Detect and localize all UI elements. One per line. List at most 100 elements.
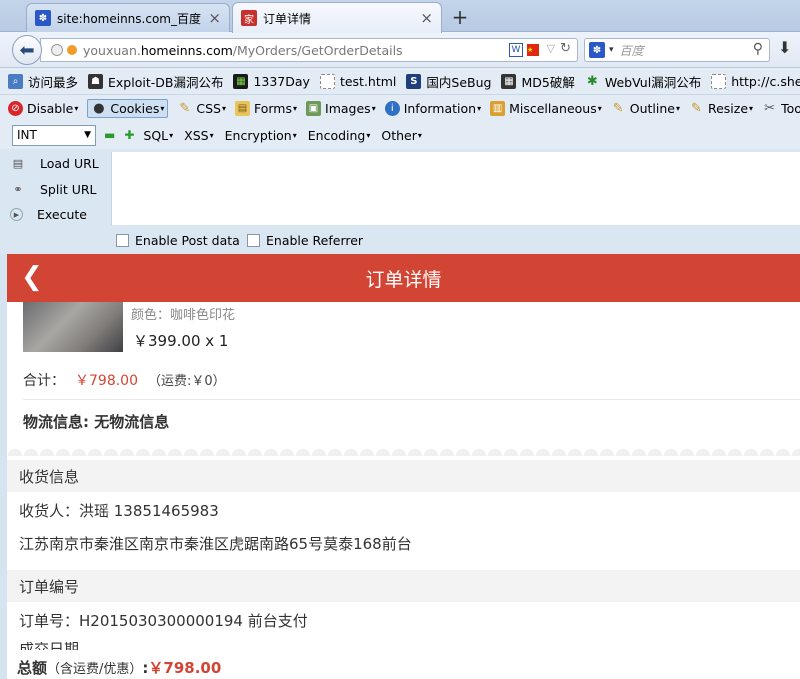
sebug-icon: S [406, 73, 422, 89]
bookmark-md5[interactable]: ▦ MD5破解 [501, 72, 575, 91]
tab-order-details[interactable]: 家 订单详情 × [232, 2, 442, 33]
load-url-button[interactable]: ▤ Load URL [10, 155, 99, 171]
execute-button[interactable]: ▶ Execute [10, 207, 87, 222]
chevron-down-icon: ▾ [160, 103, 165, 113]
new-tab-button[interactable]: + [448, 5, 472, 29]
page-icon [711, 73, 727, 89]
product-color: 颜色：咖啡色印花 [131, 308, 236, 323]
enable-referrer-checkbox[interactable]: Enable Referrer [247, 233, 363, 248]
search-placeholder: 百度 [619, 43, 644, 58]
menu-css[interactable]: ✎ CSS ▾ [177, 101, 226, 116]
total-value: ￥798.00 [75, 373, 138, 389]
pencil-icon: ✎ [612, 100, 624, 116]
most-visited-icon: ⌕ [8, 73, 23, 89]
tab-title: 订单详情 [263, 11, 312, 26]
menu-information[interactable]: i Information ▾ [384, 100, 481, 116]
back-button[interactable]: ⬅ [12, 35, 42, 65]
menu-other[interactable]: Other ▾ [381, 128, 422, 143]
back-arrow-icon[interactable]: ❮ [21, 262, 43, 292]
chevron-down-icon: ▾ [74, 103, 79, 113]
menu-encryption[interactable]: Encryption ▾ [225, 128, 297, 143]
url-textarea[interactable] [111, 152, 800, 225]
bookmark-exploit-db[interactable]: ☗ Exploit-DB漏洞公布 [88, 72, 223, 91]
url-prefix: youxuan. [83, 42, 141, 58]
chevron-down-icon: ▾ [417, 130, 422, 140]
chevron-down-icon: ▾ [675, 103, 680, 113]
enable-post-checkbox[interactable]: Enable Post data [116, 233, 240, 248]
product-price: ￥399.00 x 1 [133, 332, 229, 350]
bookmark-most-visited[interactable]: ⌕ 访问最多 [8, 72, 78, 91]
minus-icon[interactable]: ▬ [104, 128, 115, 142]
chevron-down-icon: ▾ [221, 103, 226, 113]
chevron-down-icon: ▾ [292, 130, 297, 140]
homeinns-logo-icon: 家 [241, 10, 257, 26]
resize-pencil-icon: ✎ [691, 100, 702, 116]
bookmarks-bar: ⌕ 访问最多 ☗ Exploit-DB漏洞公布 ▦ 1337Day test.html… [0, 68, 800, 95]
plus-icon[interactable]: ✚ [124, 128, 134, 142]
split-url-button[interactable]: ⚭ Split URL [10, 181, 96, 197]
grid-icon: ▦ [501, 73, 517, 89]
order-number: 订单号：H2015030300000194 前台支付 [19, 612, 308, 630]
globe-icon [51, 44, 63, 56]
pencil-icon: ✎ [179, 100, 191, 116]
receiver-section-title: 收货信息 [7, 460, 800, 492]
menu-cookies[interactable]: ● Cookies ▾ [87, 98, 169, 118]
image-icon: ▣ [306, 100, 322, 116]
chevron-down-icon: ▾ [209, 130, 214, 140]
page-icon [319, 73, 335, 89]
bookmark-1337day[interactable]: ▦ 1337Day [233, 73, 310, 89]
menu-sql[interactable]: SQL ▾ [143, 128, 173, 143]
tab-baidu-search[interactable]: ✽ site:homeinns.com_百度... × [26, 3, 230, 32]
chevron-down-icon: ▾ [371, 103, 376, 113]
close-icon[interactable]: × [208, 9, 221, 27]
reload-icon[interactable]: ↻ [560, 41, 571, 56]
wave-divider [7, 440, 800, 456]
close-icon[interactable]: × [420, 9, 433, 27]
exploit-db-icon: ☗ [88, 73, 104, 89]
menu-resize[interactable]: ✎ Resize ▾ [689, 101, 753, 116]
menu-xss[interactable]: XSS ▾ [184, 128, 213, 143]
baidu-paw-icon: ✽ [589, 42, 605, 58]
checkbox[interactable] [116, 234, 129, 247]
tools-icon: ✂ [764, 100, 776, 116]
split-url-icon: ⚭ [13, 182, 23, 196]
menu-images[interactable]: ▣ Images ▾ [306, 100, 376, 116]
word-icon[interactable]: W [509, 43, 523, 57]
dropdown-arrow-icon[interactable]: ▽ [547, 42, 555, 55]
menu-tools[interactable]: ✂Tools▾ [762, 101, 800, 116]
tab-title: site:homeinns.com_百度... [57, 11, 203, 26]
menu-miscellaneous[interactable]: ▥ Miscellaneous ▾ [490, 100, 602, 116]
receiver-name: 收货人：洪瑶 13851465983 [19, 502, 219, 520]
arrow-left-icon: ⬅ [19, 39, 35, 61]
menu-encoding[interactable]: Encoding ▾ [308, 128, 371, 143]
address-bar[interactable]: youxuan. homeinns.com /MyOrders/GetOrder… [40, 38, 578, 62]
menu-disable[interactable]: ⊘ Disable ▾ [8, 100, 79, 116]
type-select[interactable]: INT ▼ [12, 124, 96, 146]
bookmark-sebug[interactable]: S 国内SeBug [406, 72, 491, 91]
page-title: 订单详情 [365, 268, 442, 291]
chevron-down-icon: ▾ [366, 130, 371, 140]
china-flag-icon: ★ [527, 44, 539, 56]
receiver-address: 江苏南京市秦淮区南京市秦淮区虎踞南路65号莫泰168前台 [19, 535, 412, 553]
download-icon[interactable]: ⬇ [778, 38, 791, 57]
logistics-info: 物流信息: 无物流信息 [23, 413, 170, 431]
order-section-title: 订单编号 [7, 570, 800, 602]
url-path: /MyOrders/GetOrderDetails [232, 42, 403, 58]
bookmark-shellsec[interactable]: http://c.shellsec.com [711, 73, 800, 89]
1337day-icon: ▦ [233, 73, 249, 89]
chevron-down-icon: ▾ [169, 130, 174, 140]
misc-icon: ▥ [490, 100, 506, 116]
search-input[interactable]: ✽ ▾ 百度 ⚲ [584, 38, 770, 62]
menu-outline[interactable]: ✎ Outline ▾ [611, 101, 680, 116]
play-icon: ▶ [10, 208, 23, 221]
bookmark-test-html[interactable]: test.html [319, 73, 396, 89]
info-icon: i [384, 100, 400, 116]
form-icon: ▤ [234, 100, 250, 116]
checkbox[interactable] [247, 234, 260, 247]
bookmark-webvul[interactable]: ✱ WebVul漏洞公布 [585, 72, 701, 91]
search-icon[interactable]: ⚲ [753, 41, 763, 57]
baidu-paw-icon: ✽ [35, 10, 51, 26]
hackbar-panel: ▤ Load URL ⚭ Split URL ▶ Execute Enable Pos… [0, 149, 800, 254]
menu-forms[interactable]: ▤ Forms ▾ [234, 100, 297, 116]
page-content: 颜色：咖啡色印花 ￥399.00 x 1 合计： ￥798.00 （运费:￥0）… [7, 254, 800, 679]
